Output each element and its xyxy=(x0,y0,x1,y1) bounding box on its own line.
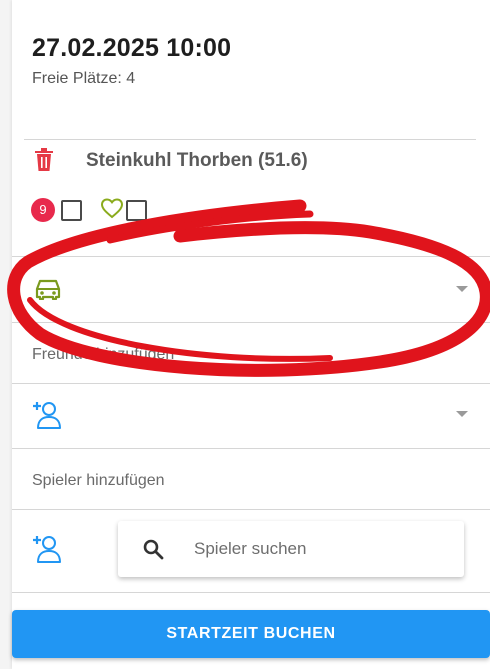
divider xyxy=(24,139,476,140)
divider xyxy=(12,592,490,593)
booking-card: 27.02.2025 10:00 Freie Plätze: 4 Steinku… xyxy=(12,0,490,669)
trash-icon[interactable] xyxy=(34,148,54,172)
book-tee-time-button[interactable]: STARTZEIT BUCHEN xyxy=(12,610,490,658)
divider xyxy=(12,509,490,510)
add-person-icon[interactable] xyxy=(30,400,64,430)
player-search-field[interactable]: Spieler suchen xyxy=(118,521,464,577)
friends-dropdown-caret[interactable] xyxy=(456,411,468,417)
search-icon xyxy=(143,539,164,560)
car-icon xyxy=(35,279,61,300)
tee-time-datetime: 27.02.2025 10:00 xyxy=(32,34,232,62)
divider xyxy=(12,322,490,323)
heart-icon xyxy=(100,198,124,219)
free-slots-text: Freie Plätze: 4 xyxy=(32,70,136,87)
divider xyxy=(12,448,490,449)
friends-section-label: Freunde hinzufügen xyxy=(32,346,175,363)
divider xyxy=(12,256,490,257)
add-person-icon[interactable] xyxy=(30,534,64,564)
divider xyxy=(12,383,490,384)
cart-dropdown-caret[interactable] xyxy=(456,286,468,292)
search-placeholder: Spieler suchen xyxy=(194,539,307,558)
checkbox-2[interactable] xyxy=(126,200,147,221)
players-section-label: Spieler hinzufügen xyxy=(32,472,165,489)
checkbox-1[interactable] xyxy=(61,200,82,221)
count-badge: 9 xyxy=(31,198,55,222)
player-name: Steinkuhl Thorben (51.6) xyxy=(86,150,308,171)
